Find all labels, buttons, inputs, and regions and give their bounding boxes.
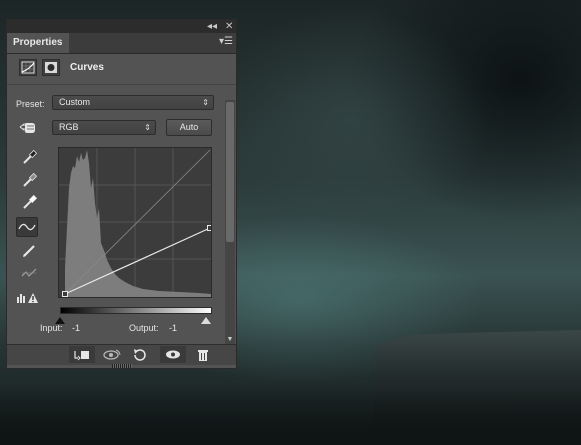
curves-adjustment-icon[interactable] — [19, 59, 37, 76]
histogram — [65, 150, 211, 297]
panel-scrollbar[interactable]: ▼ — [225, 100, 235, 345]
pencil-icon[interactable] — [20, 241, 38, 259]
curve-point-black — [62, 291, 68, 297]
curves-graph[interactable] — [58, 147, 212, 298]
reset-icon[interactable] — [127, 346, 153, 363]
properties-panel: ◂◂ ✕ Properties ▾☰ Curves Preset: Custom… — [6, 19, 237, 369]
preset-select[interactable]: Custom ⇕ — [52, 95, 214, 110]
gray-point-eyedropper-icon[interactable] — [20, 171, 38, 189]
output-gradient-bar — [60, 307, 212, 314]
layer-mask-icon[interactable] — [42, 59, 60, 76]
input-value[interactable]: -1 — [72, 323, 80, 333]
preset-value: Custom — [59, 97, 91, 107]
scroll-down-icon[interactable]: ▼ — [225, 336, 235, 343]
adjustment-title: Curves — [70, 62, 104, 73]
black-point-eyedropper-icon[interactable] — [20, 148, 38, 166]
output-value[interactable]: -1 — [169, 323, 177, 333]
updown-arrows-icon: ⇕ — [144, 123, 151, 132]
tab-row: Properties ▾☰ — [7, 33, 236, 54]
preset-label: Preset: — [16, 99, 45, 109]
channel-value: RGB — [59, 122, 79, 132]
close-icon[interactable]: ✕ — [225, 20, 233, 33]
target-adjustment-hand-icon[interactable] — [18, 118, 36, 136]
clip-to-layer-button[interactable] — [69, 346, 95, 363]
adjustment-header: Curves — [15, 59, 225, 79]
header-divider — [7, 84, 236, 85]
panel-title-bar[interactable]: ◂◂ ✕ — [7, 20, 236, 33]
visibility-eye-icon[interactable] — [160, 346, 186, 363]
double-chevron-icon[interactable]: ◂◂ — [207, 20, 217, 33]
view-previous-state-icon[interactable] — [99, 346, 125, 363]
trash-icon[interactable] — [190, 346, 216, 363]
channel-select[interactable]: RGB ⇕ — [52, 120, 156, 135]
foreground-shadow — [0, 385, 581, 445]
curve-point-tool-icon[interactable] — [16, 217, 38, 237]
smooth-curve-icon[interactable] — [20, 264, 38, 282]
resize-grip[interactable] — [112, 364, 132, 368]
input-label: Input: — [40, 323, 63, 333]
clipping-warning-icon[interactable] — [16, 289, 40, 307]
auto-button[interactable]: Auto — [166, 119, 212, 136]
output-label: Output: — [129, 323, 159, 333]
white-point-eyedropper-icon[interactable] — [20, 193, 38, 211]
panel-menu-icon[interactable]: ▾☰ — [219, 36, 233, 48]
white-point-slider[interactable] — [201, 317, 211, 324]
updown-arrows-icon: ⇕ — [202, 98, 209, 107]
tab-properties[interactable]: Properties — [7, 33, 69, 53]
scroll-thumb[interactable] — [226, 102, 234, 242]
curve-point-white — [207, 225, 211, 231]
panel-bottom-toolbar — [7, 344, 236, 365]
